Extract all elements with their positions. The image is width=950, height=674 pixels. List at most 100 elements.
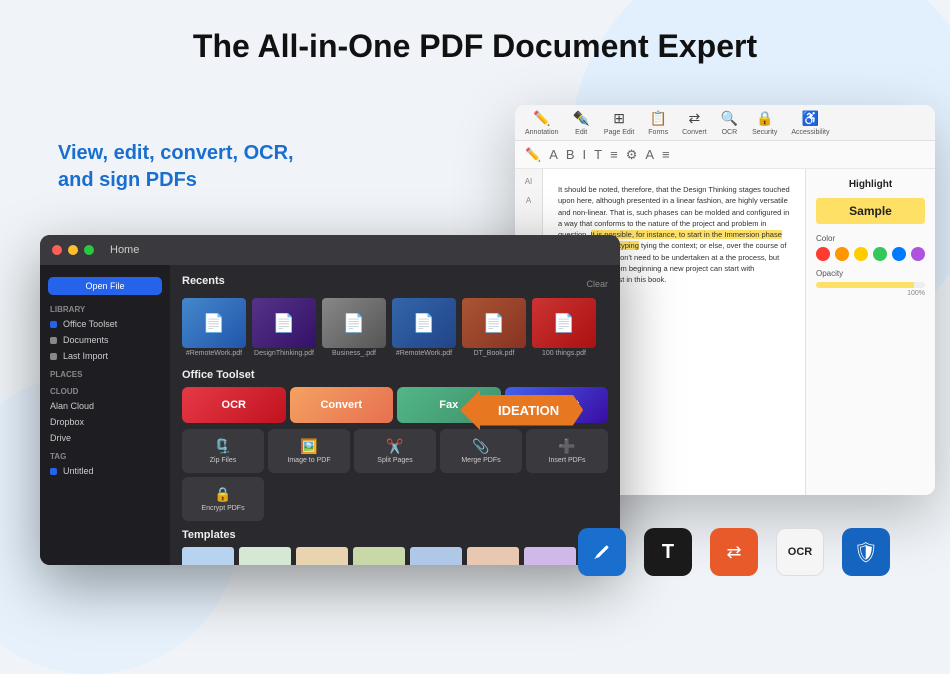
color-orange[interactable] [835, 247, 849, 261]
color-red[interactable] [816, 247, 830, 261]
sidebar: Open File LIBRARY Office Toolset Documen… [40, 265, 170, 565]
opacity-slider[interactable] [816, 282, 925, 288]
clear-button[interactable]: Clear [586, 279, 608, 289]
template-thumb [296, 547, 348, 565]
ideation-label: IDEATION [480, 395, 583, 426]
list-item[interactable]: 📄 DT_Book.pdf [462, 298, 526, 359]
convert-icon: ⇄ [689, 110, 701, 127]
sidebar-item-documents[interactable]: Documents [40, 332, 170, 348]
list-item[interactable]: 📄 #RemoteWork.pdf [392, 298, 456, 359]
toolset-row2: 🗜️ Zip Files 🖼️ Image to PDF ✂️ Split Pa… [182, 429, 608, 521]
recent-thumb: 📄 [252, 298, 316, 348]
merge-pdfs-button[interactable]: 📎 Merge PDFs [440, 429, 522, 473]
window-title: Home [110, 244, 139, 256]
color-label: Color [816, 234, 925, 243]
list-item[interactable]: 📄 Business_.pdf [322, 298, 386, 359]
panel-title: Highlight [816, 179, 925, 190]
insert-pdfs-button[interactable]: ➕ Insert PDFs [526, 429, 608, 473]
merge-icon: 📎 [472, 438, 489, 455]
page-icon: ⊞ [613, 110, 625, 127]
pen-sub-icon[interactable]: ✏️ [525, 147, 541, 163]
bold-sub-icon[interactable]: B [566, 147, 575, 162]
image-to-pdf-button[interactable]: 🖼️ Image to PDF [268, 429, 350, 473]
cloud-label: CLOUD [40, 381, 170, 398]
color-blue[interactable] [892, 247, 906, 261]
convert-tool[interactable]: ⇄ Convert [682, 110, 707, 136]
template-thumb [524, 547, 576, 565]
text-label[interactable]: A [526, 196, 531, 205]
color-purple[interactable] [911, 247, 925, 261]
security-tool[interactable]: 🔒 Security [752, 110, 777, 136]
sidebar-dot [50, 468, 57, 475]
sidebar-item-drive[interactable]: Drive [40, 430, 170, 446]
ocr-tool-button[interactable]: OCR [182, 387, 286, 423]
close-dot[interactable] [52, 245, 62, 255]
color-yellow[interactable] [854, 247, 868, 261]
zip-files-button[interactable]: 🗜️ Zip Files [182, 429, 264, 473]
sidebar-item-untitled[interactable]: Untitled [40, 463, 170, 479]
settings-sub-icon[interactable]: ⚙ [626, 147, 638, 163]
template-thumb [353, 547, 405, 565]
list-item[interactable]: Grant [467, 547, 519, 565]
sidebar-dot [50, 321, 57, 328]
zip-icon: 🗜️ [214, 438, 231, 455]
minimize-dot[interactable] [68, 245, 78, 255]
recents-row: 📄 #RemoteWork.pdf 📄 DesignThinking.pdf 📄… [182, 298, 608, 359]
align-sub-icon[interactable]: ≡ [662, 147, 670, 162]
list-sub-icon[interactable]: ≡ [610, 147, 618, 162]
recent-thumb: 📄 [462, 298, 526, 348]
template-thumb [239, 547, 291, 565]
split-pages-button[interactable]: ✂️ Split Pages [354, 429, 436, 473]
title-bar: Home [40, 235, 620, 265]
text-tool-icon[interactable]: T [644, 528, 692, 576]
maximize-dot[interactable] [84, 245, 94, 255]
subtitle: View, edit, convert, OCR, and sign PDFs [58, 140, 294, 194]
sidebar-dot [50, 353, 57, 360]
ocr-tool-icon[interactable]: OCR [776, 528, 824, 576]
sidebar-item-alan-cloud[interactable]: Alan Cloud [40, 398, 170, 414]
encrypt-pdfs-button[interactable]: 🔒 Encrypt PDFs [182, 477, 264, 521]
list-item[interactable]: Shareholder [239, 547, 291, 565]
list-item[interactable]: Statement [296, 547, 348, 565]
pdf-subtoolbar: ✏️ A B I T ≡ ⚙ A ≡ [515, 141, 935, 169]
sidebar-item-office-toolset[interactable]: Office Toolset [40, 316, 170, 332]
shield-tool-icon[interactable]: 🛡 [842, 528, 890, 576]
sidebar-item-last-import[interactable]: Last Import [40, 348, 170, 364]
accessibility-icon: ♿ [802, 110, 819, 127]
font-sub-icon[interactable]: A [645, 147, 654, 162]
list-item[interactable]: 📄 #RemoteWork.pdf [182, 298, 246, 359]
edit-icon: ✒️ [572, 110, 589, 127]
opacity-value: 100% [816, 290, 925, 297]
recent-thumb: 📄 [392, 298, 456, 348]
open-file-button[interactable]: Open File [48, 277, 162, 295]
type-sub-icon[interactable]: T [594, 147, 602, 162]
list-item[interactable]: Event [524, 547, 576, 565]
template-thumb [182, 547, 234, 565]
lock-icon: 🔒 [214, 486, 231, 503]
annotation-tool[interactable]: ✏️ Annotation [525, 110, 558, 136]
subtitle-line2: and sign PDFs [58, 167, 294, 194]
forms-tool[interactable]: 📋 Forms [648, 110, 668, 136]
recent-thumb: 📄 [182, 298, 246, 348]
list-item[interactable] [182, 547, 234, 565]
edit-tool[interactable]: ✒️ Edit [572, 110, 589, 136]
italic-sub-icon[interactable]: I [583, 147, 587, 162]
ai-label[interactable]: AI [525, 177, 533, 186]
pdf-right-panel: Highlight Sample Color Opacity 100% [805, 169, 935, 495]
list-item[interactable]: 📄 DesignThinking.pdf [252, 298, 316, 359]
sidebar-item-dropbox[interactable]: Dropbox [40, 414, 170, 430]
page-edit-tool[interactable]: ⊞ Page Edit [604, 110, 634, 136]
convert-tool-icon[interactable]: ⇄ [710, 528, 758, 576]
list-item[interactable]: 📄 100 things.pdf [532, 298, 596, 359]
text-sub-icon[interactable]: A [549, 147, 558, 162]
accessibility-tool[interactable]: ♿ Accessibility [791, 110, 829, 136]
ocr-tool[interactable]: 🔍 OCR [721, 110, 738, 136]
pen-tool-icon[interactable] [578, 528, 626, 576]
annotation-icon: ✏️ [533, 110, 550, 127]
recents-label: Recents [182, 275, 225, 287]
recent-thumb: 📄 [322, 298, 386, 348]
convert-tool-button[interactable]: Convert [290, 387, 394, 423]
color-green[interactable] [873, 247, 887, 261]
list-item[interactable]: Construction [353, 547, 405, 565]
list-item[interactable]: Budget [410, 547, 462, 565]
